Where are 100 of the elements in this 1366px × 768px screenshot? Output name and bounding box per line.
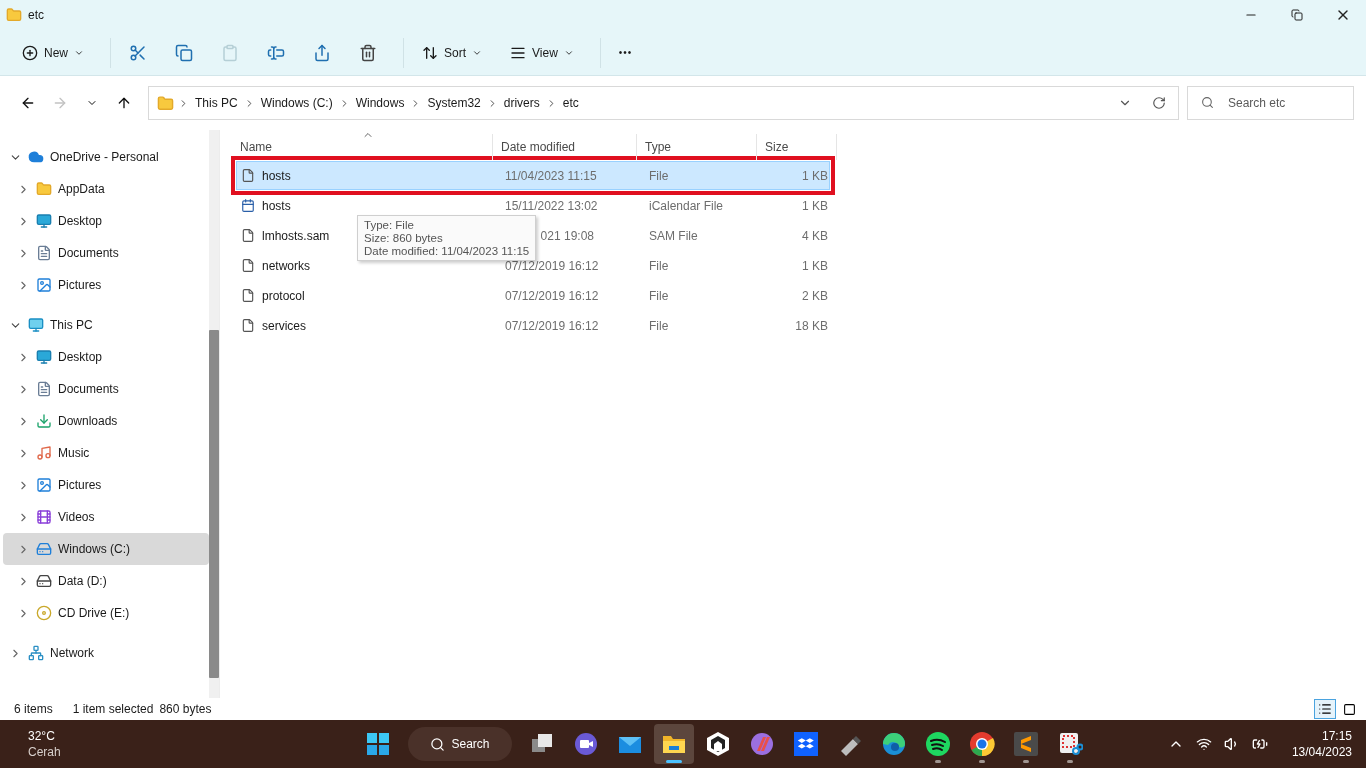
file-name: lmhosts.sam	[261, 228, 330, 243]
sidebar-item[interactable]: Music	[3, 437, 209, 469]
date-cell-text: 11/04/2023 11:15	[504, 168, 594, 183]
breadcrumb[interactable]: This PC	[193, 96, 240, 110]
restore-icon	[1291, 9, 1303, 21]
download-icon	[36, 413, 52, 429]
forward-icon	[52, 95, 68, 111]
sidebar-item[interactable]: Pictures	[3, 269, 209, 301]
sidebar-item[interactable]: Data (D:)	[3, 565, 209, 597]
tooltip-line: Date modified: 11/04/2023 11:15	[364, 245, 530, 257]
selection-size: 860 bytes	[159, 702, 212, 716]
sort-button[interactable]: Sort	[412, 35, 493, 70]
disc-icon	[36, 605, 52, 621]
share-icon	[313, 43, 331, 62]
folder-icon	[36, 181, 52, 197]
folder-icon	[6, 7, 22, 23]
sublime-icon	[1013, 731, 1039, 757]
refresh-icon[interactable]	[1152, 96, 1166, 110]
folder-icon	[157, 94, 174, 112]
file-icon	[241, 258, 255, 273]
rename-icon	[267, 43, 285, 62]
selection-info: 1 item selected	[72, 702, 154, 716]
sidebar-item[interactable]: Network	[3, 637, 209, 669]
address-bar[interactable]: This PC Windows (C:) Windows System32 drivers etc	[148, 86, 1179, 120]
video-icon	[36, 509, 52, 525]
music-icon	[36, 445, 52, 461]
new-button[interactable]: New	[12, 35, 94, 70]
back-icon	[20, 95, 36, 111]
sidebar-item[interactable]: Videos	[3, 501, 209, 533]
cloud-icon	[28, 149, 44, 165]
sidebar-item[interactable]: AppData	[3, 173, 209, 205]
type-cell-text: File	[648, 258, 670, 273]
search-icon	[1201, 96, 1214, 109]
sidebar-item[interactable]: Documents	[3, 373, 209, 405]
search-icon	[430, 736, 446, 752]
file-icon	[241, 288, 255, 303]
sidebar-item[interactable]: CD Drive (E:)	[3, 597, 209, 629]
breadcrumb[interactable]: Windows	[353, 96, 407, 110]
item-count: 6 items	[14, 702, 53, 716]
taskbar-app[interactable]	[654, 724, 694, 764]
search-field[interactable]: Search etc	[1187, 86, 1354, 120]
type-cell-text: File	[648, 168, 670, 183]
network-icon	[28, 645, 44, 661]
sidebar-item[interactable]: OneDrive - Personal	[3, 141, 209, 173]
battery-icon	[1251, 736, 1268, 752]
copy-icon	[175, 43, 193, 62]
square-icon	[1342, 702, 1356, 716]
sidebar-item[interactable]: Desktop	[3, 205, 209, 237]
document-icon	[36, 381, 52, 397]
sidebar-item[interactable]: Desktop	[3, 341, 209, 373]
document-icon	[36, 245, 52, 261]
type-cell-text: File	[648, 288, 670, 303]
type-cell-text: SAM File	[648, 228, 699, 243]
hexagon-icon	[705, 731, 731, 757]
breadcrumb[interactable]: etc	[560, 96, 581, 110]
temperature: 32°C	[28, 729, 56, 743]
size-cell-text: 1 KB	[801, 198, 828, 213]
delete-icon	[359, 43, 377, 62]
tooltip-line: Type: File	[364, 219, 415, 231]
edge-icon	[881, 731, 907, 757]
sort-icon	[422, 44, 438, 61]
weather-condition: Cerah	[28, 745, 62, 759]
computer-icon	[28, 317, 44, 333]
scrollbar-thumb[interactable]	[209, 330, 219, 678]
view-button[interactable]: View	[500, 35, 584, 70]
file-icon	[241, 228, 255, 243]
details-view-button[interactable]	[1314, 699, 1336, 719]
sidebar-item[interactable]: This PC	[3, 309, 209, 341]
size-cell-text: 4 KB	[801, 228, 828, 243]
windows-icon	[365, 731, 391, 757]
wifi-icon	[1195, 736, 1212, 752]
size-cell-text: 1 KB	[801, 258, 828, 273]
striped-circle-icon	[749, 731, 775, 757]
spotify-icon	[925, 731, 951, 757]
size-cell-text: 1 KB	[801, 168, 828, 183]
taskbar-search[interactable]: Search	[408, 727, 512, 761]
file-name: services	[261, 318, 306, 333]
file-name: protocol	[261, 288, 305, 303]
size-cell-text: 2 KB	[801, 288, 828, 303]
more-button[interactable]: •••	[608, 35, 643, 70]
breadcrumb[interactable]: System32	[425, 96, 483, 110]
dropbox-icon	[793, 731, 819, 757]
paste-icon	[221, 43, 239, 62]
video-chat-icon	[573, 731, 599, 757]
up-icon	[116, 95, 132, 111]
clock-time: 17:15	[1321, 729, 1352, 743]
clock-date: 13/04/2023	[1291, 745, 1352, 759]
file-icon	[241, 318, 255, 333]
file-name: hosts	[261, 198, 291, 213]
desktop-icon	[36, 349, 52, 365]
sidebar-item[interactable]: Pictures	[3, 469, 209, 501]
breadcrumb[interactable]: Windows (C:)	[258, 96, 335, 110]
breadcrumb[interactable]: drivers	[501, 96, 542, 110]
type-cell-text: iCalendar File	[648, 198, 725, 213]
sidebar-item[interactable]: Windows (C:)	[3, 533, 209, 565]
snipping-tool-icon	[1057, 731, 1083, 757]
cut-icon	[129, 43, 147, 62]
sidebar-item[interactable]: Documents	[3, 237, 209, 269]
date-cell-text: 021 19:08	[539, 228, 594, 243]
sidebar-item[interactable]: Downloads	[3, 405, 209, 437]
